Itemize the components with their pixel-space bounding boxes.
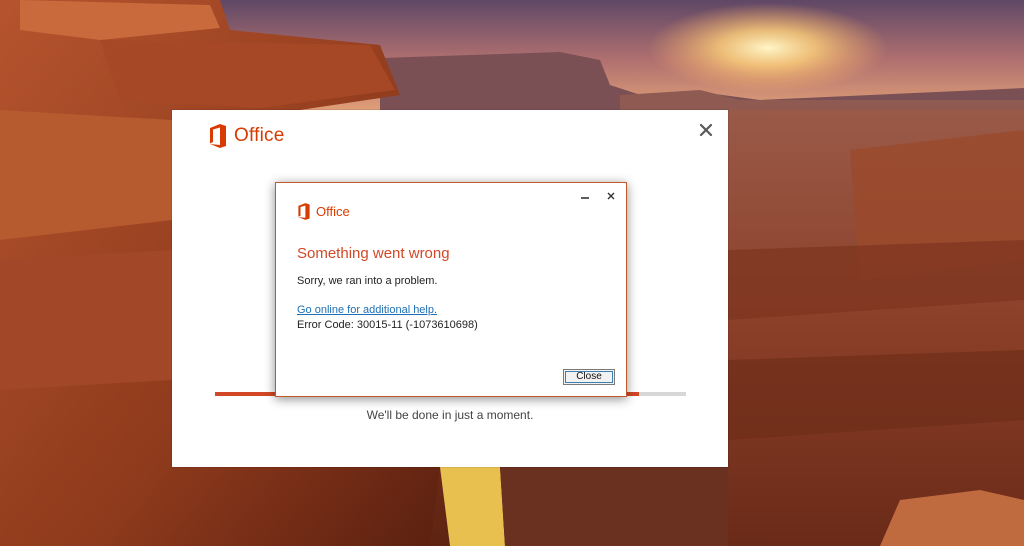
dialog-window-controls <box>576 187 620 205</box>
error-title: Something went wrong <box>297 245 450 262</box>
desktop: Office We'll be done in just a moment. O… <box>0 0 1024 546</box>
error-message: Sorry, we ran into a problem. <box>297 275 438 287</box>
office-logo: Office <box>208 124 284 148</box>
close-icon[interactable] <box>602 187 620 205</box>
close-button[interactable]: Close <box>563 369 615 385</box>
minimize-icon[interactable] <box>576 187 594 205</box>
help-link[interactable]: Go online for additional help. <box>297 304 437 316</box>
office-logo-icon <box>298 203 310 220</box>
office-logo-icon <box>210 124 226 148</box>
dialog-office-logo-text: Office <box>316 204 350 219</box>
error-code: Error Code: 30015-11 (-1073610698) <box>297 319 478 331</box>
install-status-text: We'll be done in just a moment. <box>366 408 534 422</box>
error-dialog: Office Something went wrong Sorry, we ra… <box>275 182 627 397</box>
close-icon[interactable] <box>696 120 716 140</box>
office-logo-text: Office <box>234 125 285 146</box>
dialog-office-logo: Office <box>297 203 350 220</box>
